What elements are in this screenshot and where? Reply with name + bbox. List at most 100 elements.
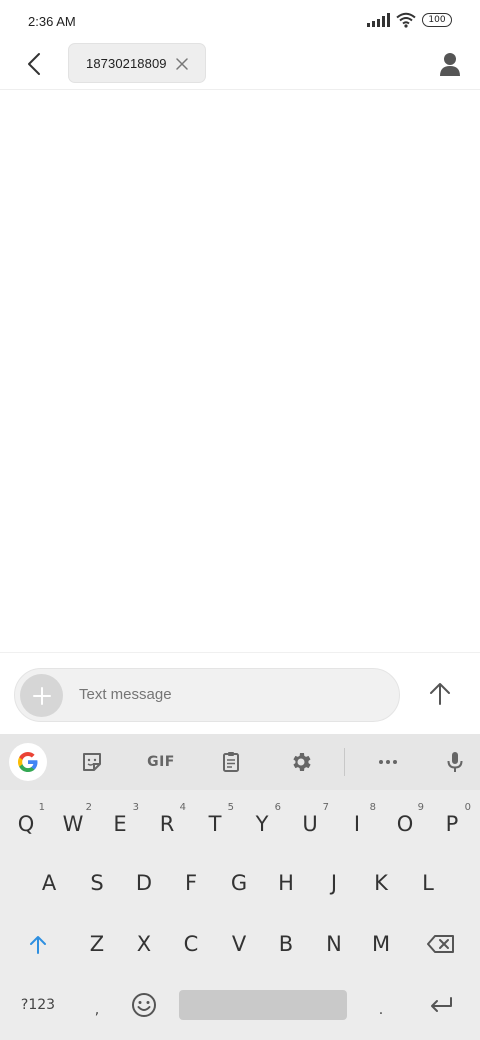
key-label: A <box>41 871 57 895</box>
sticker-button[interactable] <box>76 746 108 778</box>
send-button[interactable] <box>424 678 456 710</box>
key-q[interactable]: 1Q <box>4 794 48 850</box>
gear-icon <box>293 753 311 771</box>
conversation-header: 18730218809 <box>0 42 480 90</box>
key-label: C <box>183 932 199 956</box>
period-key[interactable]: . <box>359 982 403 1038</box>
key-label: W <box>62 812 84 836</box>
back-arrow-icon <box>28 53 40 75</box>
enter-icon <box>431 997 452 1012</box>
comma-label: , <box>94 1002 100 1018</box>
key-hint: 2 <box>85 802 92 813</box>
key-hint: 3 <box>132 802 139 813</box>
more-button[interactable] <box>372 746 404 778</box>
key-c[interactable]: C <box>169 916 213 972</box>
recipient-chip[interactable]: 18730218809 <box>68 43 206 83</box>
arrow-up-icon <box>430 683 450 705</box>
key-w[interactable]: 2W <box>51 794 95 850</box>
key-j[interactable]: J <box>312 855 356 911</box>
emoji-key[interactable] <box>122 977 166 1033</box>
shift-key[interactable] <box>16 916 60 972</box>
key-b[interactable]: B <box>264 916 308 972</box>
key-label: F <box>184 871 198 895</box>
shift-arrow-icon <box>30 936 46 954</box>
key-label: N <box>326 932 342 956</box>
backspace-icon <box>427 935 454 953</box>
key-hint: 1 <box>38 802 45 813</box>
key-label: I <box>353 812 361 836</box>
key-label: M <box>371 932 391 956</box>
key-u[interactable]: 7U <box>288 794 332 850</box>
key-hint: 8 <box>369 802 376 813</box>
key-y[interactable]: 6Y <box>240 794 284 850</box>
gif-button[interactable]: GIF <box>142 746 180 778</box>
key-label: Q <box>17 812 35 836</box>
enter-key[interactable] <box>419 977 463 1033</box>
compose-field[interactable] <box>14 668 400 722</box>
key-g[interactable]: G <box>217 855 261 911</box>
message-list <box>0 91 480 652</box>
key-d[interactable]: D <box>122 855 166 911</box>
key-label: V <box>231 932 247 956</box>
key-o[interactable]: 9O <box>383 794 427 850</box>
comma-key[interactable]: , <box>75 982 119 1038</box>
backspace-key[interactable] <box>419 916 463 972</box>
period-label: . <box>378 1002 384 1018</box>
key-h[interactable]: H <box>264 855 308 911</box>
signal-icon <box>367 13 390 27</box>
key-hint: 5 <box>227 802 234 813</box>
key-x[interactable]: X <box>122 916 166 972</box>
back-button[interactable] <box>18 48 50 80</box>
key-label: R <box>159 812 175 836</box>
recipient-number: 18730218809 <box>86 55 167 71</box>
contact-button[interactable] <box>434 48 466 80</box>
key-hint: 9 <box>417 802 424 813</box>
more-horizontal-icon <box>379 760 397 764</box>
key-label: K <box>374 871 388 895</box>
key-f[interactable]: F <box>169 855 213 911</box>
keyboard-toolbar: GIF <box>0 734 480 790</box>
google-button[interactable] <box>9 743 47 781</box>
key-hint: 6 <box>274 802 281 813</box>
remove-recipient-icon[interactable] <box>175 57 189 71</box>
clipboard-button[interactable] <box>215 746 247 778</box>
google-icon <box>18 752 38 772</box>
key-hint: 0 <box>464 802 471 813</box>
key-label: G <box>230 871 248 895</box>
key-m[interactable]: M <box>359 916 403 972</box>
key-label: Z <box>89 932 105 956</box>
key-e[interactable]: 3E <box>98 794 142 850</box>
key-label: O <box>396 812 414 836</box>
settings-button[interactable] <box>285 746 317 778</box>
key-r[interactable]: 4R <box>145 794 189 850</box>
key-label: L <box>422 871 434 895</box>
attach-button[interactable] <box>20 674 63 717</box>
status-time: 2:36 AM <box>28 14 76 29</box>
key-s[interactable]: S <box>75 855 119 911</box>
key-label: B <box>278 932 294 956</box>
key-t[interactable]: 5T <box>193 794 237 850</box>
message-input[interactable] <box>79 686 379 703</box>
key-a[interactable]: A <box>27 855 71 911</box>
sticker-icon <box>83 753 101 771</box>
key-i[interactable]: 8I <box>335 794 379 850</box>
key-k[interactable]: K <box>359 855 403 911</box>
emoji-icon <box>132 993 156 1017</box>
key-z[interactable]: Z <box>75 916 119 972</box>
key-l[interactable]: L <box>406 855 450 911</box>
key-p[interactable]: 0P <box>430 794 474 850</box>
microphone-icon <box>447 752 463 772</box>
key-label: X <box>136 932 152 956</box>
symbols-label: ?123 <box>20 997 56 1013</box>
key-label: Y <box>255 812 269 836</box>
key-label: T <box>208 812 222 836</box>
plus-icon <box>32 686 51 705</box>
key-label: E <box>113 812 127 836</box>
key-v[interactable]: V <box>217 916 261 972</box>
symbols-key[interactable]: ?123 <box>16 977 60 1033</box>
toolbar-divider <box>344 748 345 776</box>
key-n[interactable]: N <box>312 916 356 972</box>
voice-input-button[interactable] <box>439 746 471 778</box>
space-key[interactable] <box>179 990 347 1020</box>
gif-label: GIF <box>147 754 175 770</box>
